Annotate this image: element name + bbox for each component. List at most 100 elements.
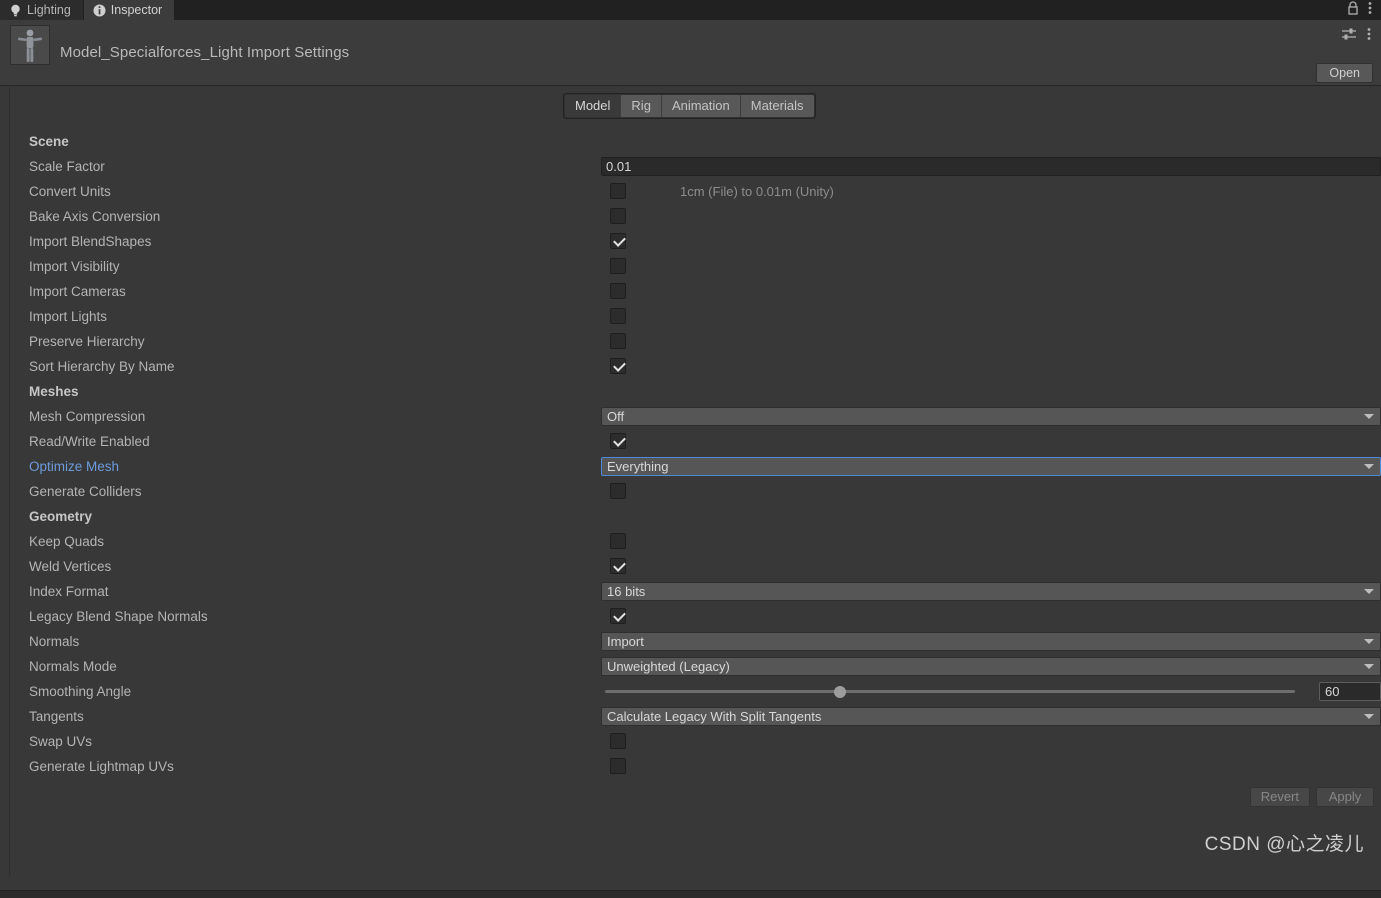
chevron-down-icon — [1364, 589, 1374, 594]
revert-button[interactable]: Revert — [1249, 787, 1310, 807]
row-control: Import — [601, 629, 1381, 654]
row-label-generate-lightmap-uvs: Generate Lightmap UVs — [29, 759, 174, 774]
row-label-import-cameras: Import Cameras — [29, 284, 126, 299]
checkbox-generate-colliders[interactable] — [610, 483, 626, 499]
window-tab-inspector[interactable]: Inspector — [83, 0, 176, 20]
scale-factor-input[interactable]: 0.01 — [601, 157, 1381, 176]
dropdown-value: 16 bits — [607, 584, 646, 599]
row-control — [601, 729, 1381, 754]
slider-track[interactable] — [605, 690, 1295, 693]
chevron-down-icon — [1364, 639, 1374, 644]
dropdown-normals-mode[interactable]: Unweighted (Legacy) — [601, 657, 1381, 676]
smoothing-angle-slider[interactable]: 60 — [601, 679, 1381, 704]
row-label-smoothing-angle: Smoothing Angle — [29, 684, 132, 699]
checkbox-import-cameras[interactable] — [610, 283, 626, 299]
row-label-import-lights: Import Lights — [29, 309, 108, 324]
settings-rows: Scene Scale Factor 0.01 Convert Units 1cm (F… — [10, 129, 1381, 779]
dropdown-value: Calculate Legacy With Split Tangents — [607, 709, 822, 724]
checkbox-import-lights[interactable] — [610, 308, 626, 324]
slider-handle[interactable] — [833, 686, 846, 698]
settings-row: Geometry — [10, 504, 1381, 529]
row-control — [601, 329, 1381, 354]
checkbox-keep-quads[interactable] — [610, 533, 626, 549]
kebab-menu-icon[interactable] — [1367, 27, 1371, 46]
checkbox-preserve-hierarchy[interactable] — [610, 333, 626, 349]
settings-row: Mesh Compression Off — [10, 404, 1381, 429]
settings-row: Index Format 16 bits — [10, 579, 1381, 604]
checkbox-read-write-enabled[interactable] — [610, 433, 626, 449]
checkbox-import-blendshapes[interactable] — [610, 233, 626, 249]
row-control — [601, 254, 1381, 279]
row-control — [601, 554, 1381, 579]
settings-row: Swap UVs — [10, 729, 1381, 754]
settings-row: Weld Vertices — [10, 554, 1381, 579]
row-label-sort-hierarchy-by-name: Sort Hierarchy By Name — [29, 359, 175, 374]
dropdown-normals[interactable]: Import — [601, 632, 1381, 651]
row-control — [601, 429, 1381, 454]
settings-row: Keep Quads — [10, 529, 1381, 554]
checkbox-import-visibility[interactable] — [610, 258, 626, 274]
lock-icon[interactable] — [1347, 0, 1359, 20]
tab-materials[interactable]: Materials — [740, 95, 814, 117]
chevron-down-icon — [1364, 664, 1374, 669]
dropdown-index-format[interactable]: 16 bits — [601, 582, 1381, 601]
dropdown-value: Off — [607, 409, 625, 424]
tab-animation[interactable]: Animation — [661, 95, 741, 117]
tab-rig[interactable]: Rig — [621, 95, 662, 117]
checkbox-sort-hierarchy-by-name[interactable] — [610, 358, 626, 374]
tab-label: Model — [575, 98, 611, 113]
settings-row: Generate Colliders — [10, 479, 1381, 504]
settings-row: Tangents Calculate Legacy With Split Tang… — [10, 704, 1381, 729]
checkbox-convert-units[interactable] — [610, 183, 626, 199]
humanoid-model-thumbnail[interactable] — [10, 25, 50, 65]
settings-row: Scene — [10, 129, 1381, 154]
checkbox-swap-uvs[interactable] — [610, 733, 626, 749]
smoothing-angle-value-input[interactable]: 60 — [1319, 682, 1381, 701]
open-button[interactable]: Open — [1316, 63, 1373, 83]
row-control — [601, 754, 1381, 779]
checkbox-generate-lightmap-uvs[interactable] — [610, 758, 626, 774]
bottom-status-bar — [0, 890, 1381, 898]
row-label-legacy-blend-shape-normals: Legacy Blend Shape Normals — [29, 609, 208, 624]
tab-model[interactable]: Model — [565, 95, 622, 117]
row-control: 1cm (File) to 0.01m (Unity) — [601, 179, 1381, 204]
row-label-preserve-hierarchy: Preserve Hierarchy — [29, 334, 145, 349]
watermark: CSDN @心之凌儿 — [1204, 834, 1364, 855]
settings-row: Smoothing Angle 60 — [10, 679, 1381, 704]
row-label-swap-uvs: Swap UVs — [29, 734, 93, 749]
import-settings-panel: Model Rig Animation Materials Scene Scale Fa… — [9, 87, 1381, 876]
window-tab-lighting[interactable]: Lighting — [0, 0, 84, 20]
row-label-import-blendshapes: Import BlendShapes — [29, 234, 152, 249]
row-control: Calculate Legacy With Split Tangents — [601, 704, 1381, 729]
dropdown-optimize-mesh[interactable]: Everything — [601, 457, 1381, 476]
window-tab-label: Inspector — [110, 3, 163, 17]
row-control: Unweighted (Legacy) — [601, 654, 1381, 679]
dropdown-value: Unweighted (Legacy) — [607, 659, 730, 674]
unity-inspector-window: Lighting Inspector Model_Specialforces_L… — [0, 0, 1381, 898]
row-label-convert-units: Convert Units — [29, 184, 111, 199]
window-tab-strip: Lighting Inspector — [0, 0, 1381, 20]
row-control: Everything — [601, 454, 1381, 479]
row-label-weld-vertices: Weld Vertices — [29, 559, 112, 574]
dropdown-mesh-compression[interactable]: Off — [601, 407, 1381, 426]
checkbox-bake-axis-conversion[interactable] — [610, 208, 626, 224]
checkbox-legacy-blend-shape-normals[interactable] — [610, 608, 626, 624]
preset-sliders-icon[interactable] — [1341, 27, 1357, 46]
checkbox-weld-vertices[interactable] — [610, 558, 626, 574]
row-label-optimize-mesh: Optimize Mesh — [29, 459, 120, 474]
dropdown-tangents[interactable]: Calculate Legacy With Split Tangents — [601, 707, 1381, 726]
row-label-tangents: Tangents — [29, 709, 84, 724]
row-label-normals: Normals — [29, 634, 80, 649]
apply-button[interactable]: Apply — [1316, 787, 1374, 807]
row-control — [601, 479, 1381, 504]
row-control — [601, 229, 1381, 254]
settings-row: Convert Units 1cm (File) to 0.01m (Unity) — [10, 179, 1381, 204]
row-label-scale-factor: Scale Factor — [29, 159, 105, 174]
tabstrip-spacer — [175, 0, 1347, 20]
row-control: 60 — [601, 679, 1381, 704]
settings-row: Import Cameras — [10, 279, 1381, 304]
settings-row: Read/Write Enabled — [10, 429, 1381, 454]
kebab-menu-icon[interactable] — [1368, 1, 1372, 20]
titlebar-controls — [1347, 0, 1381, 20]
dropdown-value: Everything — [607, 459, 669, 474]
